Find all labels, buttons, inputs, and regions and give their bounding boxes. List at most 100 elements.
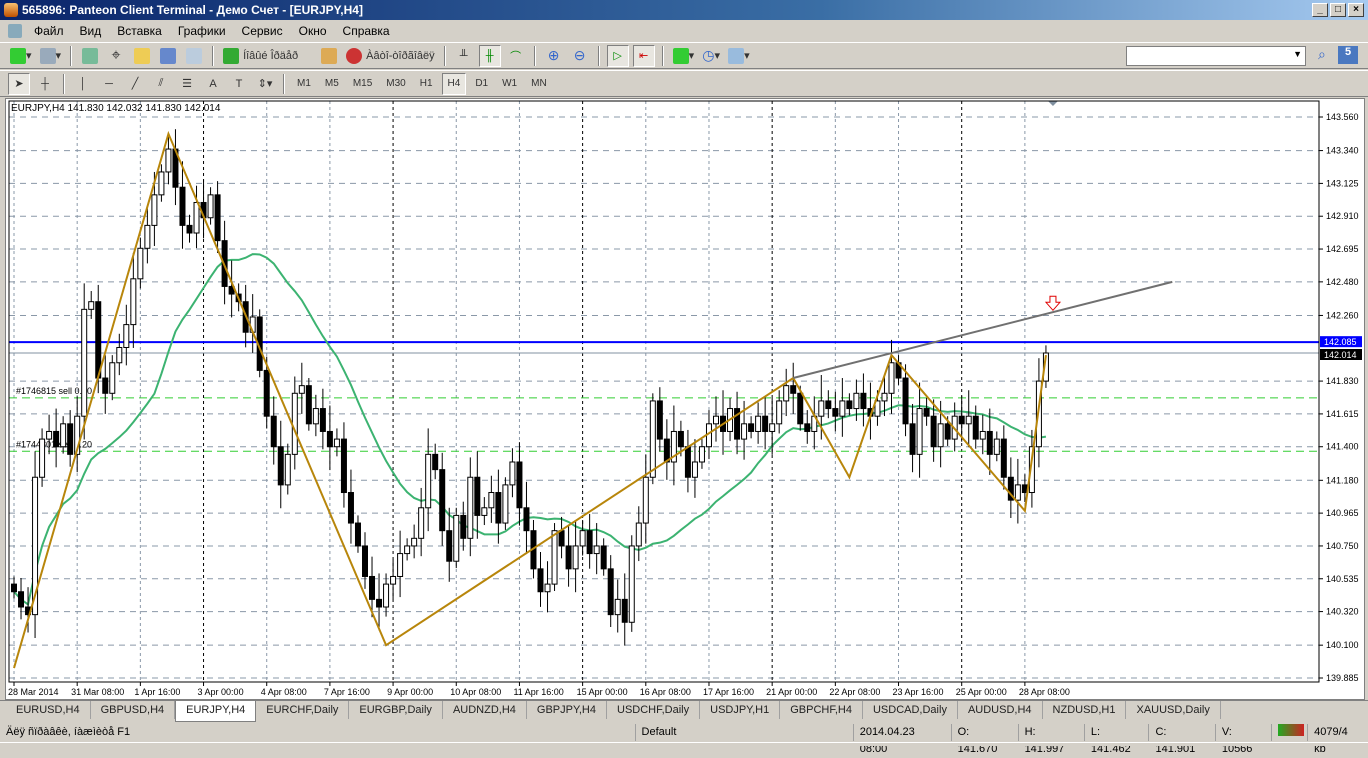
timeframe-m30[interactable]: M30 [381, 73, 410, 95]
timeframe-m1[interactable]: M1 [292, 73, 316, 95]
metaeditor-button[interactable] [318, 45, 340, 67]
chart-tab[interactable]: EURGBP,Daily [349, 701, 443, 719]
vertical-line-button[interactable]: │ [72, 73, 94, 95]
candlestick-button[interactable]: ╫ [478, 44, 501, 67]
chart-tab[interactable]: GBPJPY,H4 [527, 701, 607, 719]
candle-body [340, 438, 347, 494]
search-input[interactable]: ▼ [1126, 46, 1306, 66]
menu-tools[interactable]: Сервис [234, 24, 291, 38]
market-watch-icon [82, 47, 99, 64]
trendline-button[interactable]: ╱ [124, 73, 146, 95]
menu-help[interactable]: Справка [335, 24, 398, 38]
timeframe-m5[interactable]: M5 [320, 73, 344, 95]
x-tick-label: 22 Apr 08:00 [829, 687, 880, 697]
candle-body [326, 430, 333, 448]
candle-body [628, 545, 635, 623]
candle-body [383, 583, 390, 608]
menu-window[interactable]: Окно [291, 24, 335, 38]
timeframe-h4[interactable]: H4 [441, 72, 467, 95]
timeframe-mn[interactable]: MN [526, 73, 552, 95]
search-icon[interactable]: ⌕ [1318, 46, 1326, 63]
timeframe-w1[interactable]: W1 [497, 73, 522, 95]
zoom-in-button[interactable]: ⊕ [543, 45, 565, 67]
auto-trading-button[interactable]: Àâòî-òîðãîâëÿ [344, 45, 437, 67]
crosshair-button[interactable]: ┼ [34, 73, 56, 95]
y-tick-label: 143.340 [1326, 146, 1359, 156]
chart-header: EURJPY,H4 141.830 142.032 141.830 142.01… [11, 103, 221, 114]
chart-tab[interactable]: AUDUSD,H4 [958, 701, 1043, 719]
chart-tab[interactable]: XAUUSD,Daily [1126, 701, 1221, 719]
candle-body [860, 392, 867, 410]
chart-tab[interactable]: USDCHF,Daily [607, 701, 701, 719]
chart-shift-icon: ⇤ [639, 50, 649, 62]
notifications-badge[interactable]: 5 [1338, 46, 1358, 64]
timeframe-m15[interactable]: M15 [348, 73, 377, 95]
candle-body [18, 591, 25, 608]
y-tick-label: 141.830 [1326, 376, 1359, 386]
menu-charts[interactable]: Графики [170, 24, 234, 38]
data-window-button[interactable]: ⌖ [105, 45, 127, 67]
timeframe-d1[interactable]: D1 [470, 73, 493, 95]
candle-body [930, 415, 937, 448]
cursor-button[interactable]: ➤ [8, 72, 30, 95]
new-chart-button[interactable]: ▾ [8, 45, 34, 67]
equidistant-channel-button[interactable]: ⫽ [150, 73, 172, 95]
fibonacci-button[interactable]: ☰ [176, 73, 198, 95]
minimize-button[interactable]: _ [1312, 3, 1328, 17]
candle-body [853, 392, 860, 410]
close-button[interactable]: × [1348, 3, 1364, 17]
candle-body [151, 194, 158, 226]
templates-icon [728, 47, 745, 64]
market-watch-button[interactable] [79, 45, 101, 67]
y-tick-label: 142.695 [1326, 244, 1359, 254]
menu-file[interactable]: Файл [26, 24, 72, 38]
navigator-button[interactable] [131, 45, 153, 67]
chart-tab[interactable]: USDJPY,H1 [700, 701, 781, 719]
chart-tab[interactable]: GBPCHF,H4 [780, 701, 863, 719]
new-order-button[interactable]: Íîâûé Îðäåð [221, 45, 300, 67]
timeframe-h1[interactable]: H1 [415, 73, 438, 95]
periods-button[interactable]: ◷ ▾ [700, 45, 722, 67]
candle-body [291, 392, 298, 455]
indicators-button[interactable]: ▾ [671, 45, 697, 67]
terminal-button[interactable] [157, 45, 179, 67]
taskbar [0, 742, 1368, 746]
auto-scroll-button[interactable]: ▷ [606, 44, 629, 67]
candle-body [1014, 484, 1021, 501]
candle-body [186, 224, 193, 234]
chart-shift-button[interactable]: ⇤ [632, 44, 655, 67]
line-chart-button[interactable]: ⌒ [505, 45, 527, 67]
candle-body [600, 545, 607, 570]
candle-body [635, 522, 642, 547]
text-label-button[interactable]: T [228, 73, 250, 95]
maximize-button[interactable]: □ [1330, 3, 1346, 17]
sell-arrow-icon [1044, 295, 1062, 312]
strategy-tester-button[interactable] [183, 45, 205, 67]
arrows-button[interactable]: ⇕▾ [254, 73, 276, 95]
profiles-button[interactable]: ▾ [38, 45, 64, 67]
zoom-out-button[interactable]: ⊖ [569, 45, 591, 67]
chart-tab[interactable]: EURCHF,Daily [256, 701, 350, 719]
x-tick-label: 15 Apr 00:00 [577, 687, 628, 697]
text-button[interactable]: A [202, 73, 224, 95]
chart-tab[interactable]: GBPUSD,H4 [91, 701, 176, 719]
chevron-down-icon[interactable]: ▼ [1293, 49, 1302, 59]
templates-button[interactable]: ▾ [726, 45, 752, 67]
chart-tab[interactable]: EURUSD,H4 [6, 701, 91, 719]
chart-tab[interactable]: AUDNZD,H4 [443, 701, 527, 719]
menu-insert[interactable]: Вставка [109, 24, 170, 38]
chart-tab[interactable]: EURJPY,H4 [175, 701, 257, 722]
chart-window[interactable]: #1746815 sell 0.20#1744801 sell 0.20143.… [5, 98, 1365, 700]
plot-border [8, 100, 1320, 683]
candle-body [263, 369, 270, 417]
chart-tab[interactable]: USDCAD,Daily [863, 701, 958, 719]
candle-body [979, 430, 986, 440]
horizontal-line-button[interactable]: ─ [98, 73, 120, 95]
chart-tab[interactable]: NZDUSD,H1 [1043, 701, 1127, 719]
bar-chart-button[interactable]: ╨ [453, 45, 475, 67]
candle-body [698, 446, 705, 463]
chart-window-icon[interactable] [8, 23, 22, 38]
menu-view[interactable]: Вид [72, 24, 110, 38]
price-chart[interactable]: #1746815 sell 0.20#1744801 sell 0.20143.… [6, 99, 1364, 699]
x-tick-label: 17 Apr 16:00 [703, 687, 754, 697]
